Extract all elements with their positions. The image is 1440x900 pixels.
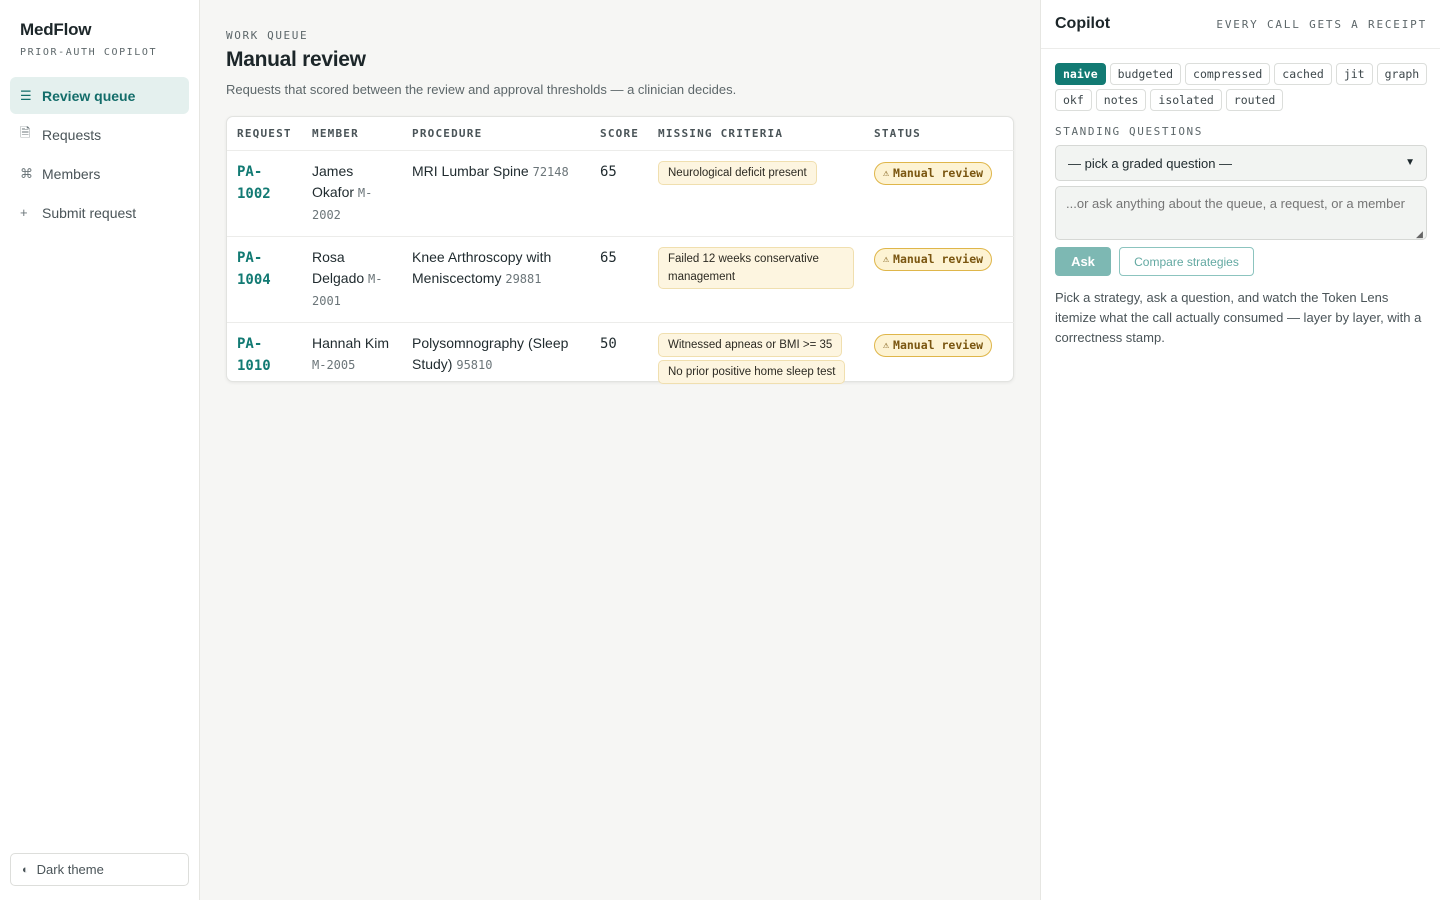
brand-subtitle: PRIOR-AUTH COPILOT <box>20 47 158 58</box>
plus-icon: + <box>20 205 28 220</box>
score-value: 65 <box>600 249 617 266</box>
sidebar-item-label: Members <box>42 165 101 182</box>
procedure-code: 29881 <box>505 271 542 286</box>
strategy-chip-budgeted[interactable]: budgeted <box>1109 63 1182 85</box>
sidebar-item-label: Requests <box>42 126 102 143</box>
column-header-score: SCORE <box>590 117 648 151</box>
column-header-member: MEMBER <box>302 117 402 151</box>
warning-icon: ⚠ <box>883 253 890 265</box>
sidebar-item-submit-request[interactable]: + Submit request <box>10 194 189 231</box>
member-name: Rosa Delgado <box>312 248 365 286</box>
warning-icon: ⚠ <box>883 339 890 351</box>
status-badge: ⚠ Manual review <box>874 333 993 357</box>
strategy-chip-routed[interactable]: routed <box>1225 89 1284 111</box>
ask-input[interactable] <box>1055 186 1427 240</box>
half-circle-icon: ◐ <box>22 863 29 876</box>
review-table-card: REQUEST MEMBER PROCEDURE SCORE MISSING C… <box>226 116 1014 384</box>
missing-criterion-badge: No prior positive home sleep test <box>658 359 846 384</box>
column-header-missing-criteria: MISSING CRITERIA <box>648 117 864 151</box>
status-label: Manual review <box>893 337 984 352</box>
sidebar-item-requests[interactable]: 🗎 Requests <box>10 116 189 153</box>
resize-handle-icon[interactable]: ◢ <box>1416 229 1423 240</box>
sidebar-nav: ☰ Review queue 🗎 Requests ⌘ Members + Su… <box>10 77 189 233</box>
status-label: Manual review <box>893 251 984 266</box>
strategy-chip-cached[interactable]: cached <box>1274 63 1332 85</box>
missing-criterion-badge: Failed 12 weeks conservative management <box>658 246 854 289</box>
missing-criterion-badge: Neurological deficit present <box>658 160 817 185</box>
list-icon: ☰ <box>20 87 32 103</box>
sidebar-item-label: Submit request <box>42 204 137 221</box>
page-eyebrow: WORK QUEUE <box>226 29 309 42</box>
copilot-title: Copilot <box>1055 15 1111 32</box>
copilot-panel: Copilot EVERY CALL GETS A RECEIPT naive … <box>1040 0 1440 900</box>
procedure-name: MRI Lumbar Spine <box>412 162 529 179</box>
strategy-chip-isolated[interactable]: isolated <box>1150 89 1222 111</box>
review-table: REQUEST MEMBER PROCEDURE SCORE MISSING C… <box>227 117 1014 397</box>
chevron-down-icon: ▼ <box>1405 157 1415 168</box>
strategy-chip-compressed[interactable]: compressed <box>1185 63 1271 85</box>
sidebar-item-review-queue[interactable]: ☰ Review queue <box>10 77 189 114</box>
strategy-chip-naive[interactable]: naive <box>1055 63 1106 85</box>
copilot-help-text: Pick a strategy, ask a question, and wat… <box>1055 290 1422 345</box>
column-header-request: REQUEST <box>227 117 302 151</box>
status-badge: ⚠ Manual review <box>874 161 993 185</box>
sidebar-item-label: Review queue <box>42 87 136 104</box>
select-value: — pick a graded question — <box>1068 155 1233 171</box>
missing-criterion-badge: Witnessed apneas or BMI >= 35 <box>658 332 843 357</box>
main-content: WORK QUEUE Manual review Requests that s… <box>200 0 1040 900</box>
column-header-status: STATUS <box>864 117 1014 151</box>
copilot-header: Copilot EVERY CALL GETS A RECEIPT <box>1041 0 1440 49</box>
dark-theme-label: Dark theme <box>36 862 104 877</box>
brand: MedFlow PRIOR-AUTH COPILOT <box>20 20 157 58</box>
table-row[interactable]: PA-1004 Rosa Delgado M-2001 Knee Arthros… <box>227 236 1014 322</box>
status-badge: ⚠ Manual review <box>874 247 993 271</box>
document-icon: 🗎 <box>20 124 31 140</box>
sidebar-item-members[interactable]: ⌘ Members <box>10 155 189 192</box>
procedure-code: 95810 <box>456 357 493 372</box>
ask-button[interactable]: Ask <box>1055 247 1111 276</box>
request-id-link[interactable]: PA-1002 <box>237 164 271 202</box>
standing-question-select[interactable]: — pick a graded question — ▼ <box>1055 145 1427 181</box>
request-id-link[interactable]: PA-1010 <box>237 336 271 374</box>
member-name: James Okafor <box>312 162 355 200</box>
command-icon: ⌘ <box>20 165 33 181</box>
member-id: M-2005 <box>312 357 356 372</box>
warning-icon: ⚠ <box>883 167 890 179</box>
standing-questions-label: STANDING QUESTIONS <box>1055 125 1204 138</box>
score-value: 65 <box>600 163 617 180</box>
table-row[interactable]: PA-1010 Hannah Kim M-2005 Polysomnograph… <box>227 322 1014 397</box>
compare-strategies-button[interactable]: Compare strategies <box>1119 247 1254 276</box>
status-label: Manual review <box>893 165 984 180</box>
strategy-chip-notes[interactable]: notes <box>1095 89 1147 111</box>
column-header-procedure: PROCEDURE <box>402 117 590 151</box>
dark-theme-toggle[interactable]: ◐ Dark theme <box>10 853 189 886</box>
member-name: Hannah Kim <box>312 334 390 351</box>
strategy-chip-jit[interactable]: jit <box>1335 63 1373 85</box>
page-description: Requests that scored between the review … <box>226 82 737 97</box>
sidebar: MedFlow PRIOR-AUTH COPILOT ☰ Review queu… <box>0 0 200 900</box>
score-value: 50 <box>600 335 617 352</box>
procedure-code: 72148 <box>532 164 569 179</box>
request-id-link[interactable]: PA-1004 <box>237 250 271 288</box>
strategy-chips: naive budgeted compressed cached jit gra… <box>1055 63 1435 111</box>
strategy-chip-graph[interactable]: graph <box>1376 63 1428 85</box>
table-row[interactable]: PA-1002 James Okafor M-2002 MRI Lumbar S… <box>227 150 1014 236</box>
table-header-row: REQUEST MEMBER PROCEDURE SCORE MISSING C… <box>227 117 1014 151</box>
brand-name: MedFlow <box>20 20 92 39</box>
strategy-chip-okf[interactable]: okf <box>1055 89 1092 111</box>
page-title: Manual review <box>226 48 366 71</box>
copilot-tagline: EVERY CALL GETS A RECEIPT <box>1216 18 1427 31</box>
